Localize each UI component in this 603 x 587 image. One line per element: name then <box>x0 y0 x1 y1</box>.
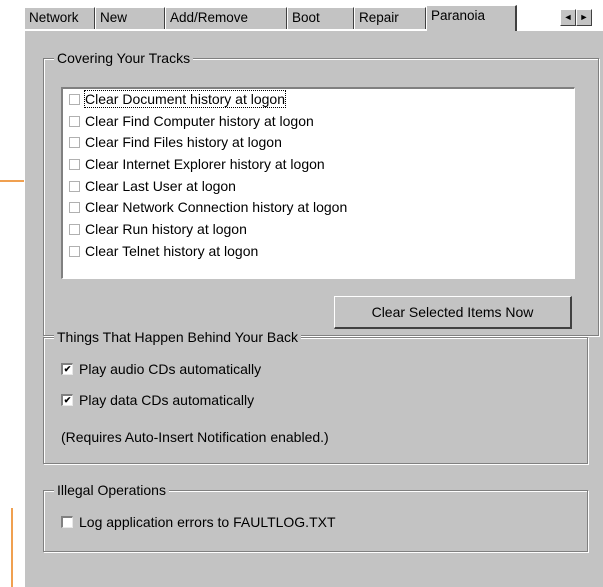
tracks-listbox[interactable]: Clear Document history at logon Clear Fi… <box>61 87 575 279</box>
group-title-tracks: Covering Your Tracks <box>54 50 194 66</box>
tab-page-paranoia: Covering Your Tracks Clear Document hist… <box>24 30 603 587</box>
checkbox-icon[interactable] <box>69 115 80 127</box>
list-item[interactable]: Clear Find Computer history at logon <box>63 111 574 133</box>
tab-network[interactable]: Network <box>24 7 95 29</box>
list-item[interactable]: Clear Telnet history at logon <box>63 241 574 263</box>
list-item[interactable]: Clear Network Connection history at logo… <box>63 197 574 219</box>
clear-selected-button[interactable]: Clear Selected Items Now <box>334 296 572 329</box>
tab-strip: Network New Add/Remove Boot Repair Paran… <box>24 5 603 32</box>
checkbox-icon[interactable] <box>69 202 80 214</box>
checkbox-icon[interactable] <box>61 516 73 528</box>
scroll-left-icon[interactable]: ◄ <box>560 9 576 26</box>
checkbox-icon[interactable] <box>69 137 80 149</box>
scroll-right-icon[interactable]: ► <box>576 9 592 26</box>
auto-insert-note: (Requires Auto-Insert Notification enabl… <box>61 429 329 445</box>
log-errors-checkbox[interactable]: Log application errors to FAULTLOG.TXT <box>61 514 336 530</box>
group-title-illegal: Illegal Operations <box>54 482 169 498</box>
checkbox-icon[interactable] <box>69 245 80 257</box>
accent-line-vertical <box>11 508 13 587</box>
checkbox-icon[interactable]: ✔ <box>61 394 73 406</box>
play-audio-cds-checkbox[interactable]: ✔ Play audio CDs automatically <box>61 361 261 377</box>
list-item[interactable]: Clear Internet Explorer history at logon <box>63 154 574 176</box>
group-covering-tracks: Covering Your Tracks Clear Document hist… <box>43 50 599 336</box>
log-errors-label: Log application errors to FAULTLOG.TXT <box>79 514 336 530</box>
tab-add-remove[interactable]: Add/Remove <box>165 7 287 29</box>
tab-scroll-arrows: ◄ ► <box>560 9 592 26</box>
checkbox-icon[interactable] <box>69 224 80 236</box>
list-item[interactable]: Clear Find Files history at logon <box>63 132 574 154</box>
tab-paranoia[interactable]: Paranoia <box>426 5 517 31</box>
checkbox-icon[interactable]: ✔ <box>61 363 73 375</box>
play-data-cds-checkbox[interactable]: ✔ Play data CDs automatically <box>61 392 254 408</box>
list-item[interactable]: Clear Last User at logon <box>63 176 574 198</box>
group-illegal-operations: Illegal Operations Log application error… <box>43 482 588 552</box>
checkbox-icon[interactable] <box>69 180 80 192</box>
play-data-cds-label: Play data CDs automatically <box>79 392 255 408</box>
play-audio-cds-label: Play audio CDs automatically <box>79 361 262 377</box>
checkbox-icon[interactable] <box>69 159 80 171</box>
tab-boot[interactable]: Boot <box>287 7 354 29</box>
group-title-behind: Things That Happen Behind Your Back <box>54 329 302 345</box>
tab-repair[interactable]: Repair <box>354 7 426 29</box>
checkbox-icon[interactable] <box>69 94 80 105</box>
tab-new[interactable]: New <box>95 7 165 29</box>
list-item[interactable]: Clear Run history at logon <box>63 219 574 241</box>
list-item[interactable]: Clear Document history at logon <box>63 89 574 111</box>
group-behind-your-back: Things That Happen Behind Your Back ✔ Pla… <box>43 329 588 464</box>
